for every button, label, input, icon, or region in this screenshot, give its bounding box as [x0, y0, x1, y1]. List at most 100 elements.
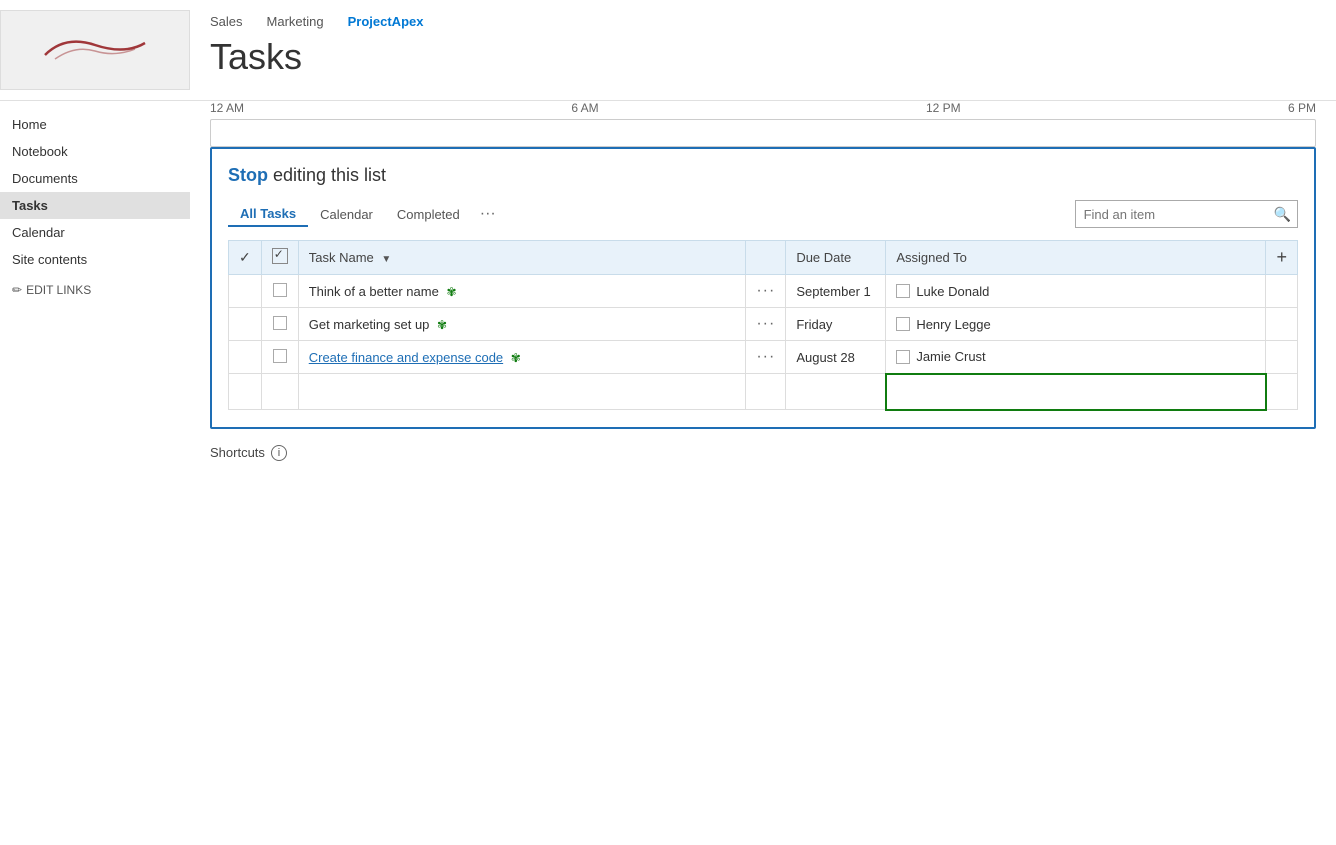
nav-tab-sales[interactable]: Sales [210, 14, 243, 29]
row-checkbox-cell[interactable] [261, 341, 298, 374]
task-name-text-1: Think of a better name [309, 284, 439, 299]
col-header-duedate[interactable]: Due Date [786, 241, 886, 275]
edit-links[interactable]: ✏ EDIT LINKS [0, 277, 190, 303]
sidebar-item-site-contents[interactable]: Site contents [0, 246, 190, 273]
shortcuts-bar: Shortcuts i [210, 445, 1316, 461]
timeline-track [210, 119, 1316, 147]
row-add-cell-1 [1266, 275, 1298, 308]
task-gear-icon-2[interactable]: ✾ [437, 318, 447, 332]
person-checkbox-2[interactable] [896, 317, 910, 331]
assigned-person-2: Henry Legge [896, 317, 1255, 332]
sidebar-item-tasks[interactable]: Tasks [0, 192, 190, 219]
add-column-icon[interactable]: + [1276, 247, 1287, 267]
tab-completed[interactable]: Completed [385, 203, 472, 226]
checkmark-icon: ✓ [239, 249, 251, 265]
timeline-label-12am: 12 AM [210, 101, 244, 115]
col-header-add[interactable]: + [1266, 241, 1298, 275]
due-date-label: Due Date [796, 250, 851, 265]
row-assignedto-cell-3: Jamie Crust [886, 341, 1266, 374]
due-date-value-3: August 28 [796, 350, 855, 365]
task-name-text-2: Get marketing set up [309, 317, 430, 332]
row-checkbox-cell[interactable] [261, 308, 298, 341]
assigned-to-label: Assigned To [896, 250, 967, 265]
header-right: Sales Marketing ProjectApex Tasks [210, 10, 423, 77]
due-date-value-2: Friday [796, 317, 832, 332]
empty-add-cell [1266, 374, 1298, 410]
row-taskname-cell-3: Create finance and expense code ✾ [298, 341, 746, 374]
task-checkbox-2[interactable] [273, 316, 287, 330]
sidebar-item-home[interactable]: Home [0, 111, 190, 138]
row-add-cell-3 [1266, 341, 1298, 374]
col-header-assignedto[interactable]: Assigned To [886, 241, 1266, 275]
row-checkbox-cell[interactable] [261, 275, 298, 308]
row-more-cell-3[interactable]: ··· [746, 341, 786, 374]
dots-menu-1[interactable]: ··· [756, 282, 775, 299]
empty-check-cell [229, 374, 262, 410]
row-assignedto-cell-2: Henry Legge [886, 308, 1266, 341]
empty-assignedto-cell[interactable] [886, 374, 1266, 410]
tab-all-tasks[interactable]: All Tasks [228, 202, 308, 227]
empty-duedate-cell [786, 374, 886, 410]
stop-editing-banner: Stop editing this list [228, 165, 1298, 186]
row-duedate-cell-1: September 1 [786, 275, 886, 308]
row-check-cell [229, 308, 262, 341]
person-name-3: Jamie Crust [916, 349, 985, 364]
row-assignedto-cell-1: Luke Donald [886, 275, 1266, 308]
due-date-value-1: September 1 [796, 284, 870, 299]
empty-checkbox-cell [261, 374, 298, 410]
row-duedate-cell-3: August 28 [786, 341, 886, 374]
task-name-dropdown-icon[interactable]: ▼ [381, 254, 391, 265]
table-row: Think of a better name ✾ ··· September 1 [229, 275, 1298, 308]
assigned-person-3: Jamie Crust [896, 349, 1255, 364]
sidebar-item-notebook[interactable]: Notebook [0, 138, 190, 165]
tasks-table: ✓ ✓ Task Name ▼ Due D [228, 240, 1298, 411]
timeline-label-12pm: 12 PM [926, 101, 961, 115]
assigned-person-1: Luke Donald [896, 284, 1255, 299]
row-taskname-cell-2: Get marketing set up ✾ [298, 308, 746, 341]
info-icon[interactable]: i [271, 445, 287, 461]
task-gear-icon-1[interactable]: ✾ [446, 285, 456, 299]
task-name-label: Task Name [309, 250, 374, 265]
view-tabs: All Tasks Calendar Completed ··· 🔍 [228, 200, 1298, 228]
stop-editing-rest: editing this list [268, 165, 386, 185]
sidebar-item-documents[interactable]: Documents [0, 165, 190, 192]
main-layout: Home Notebook Documents Tasks Calendar S… [0, 101, 1336, 845]
timeline-wrapper: 12 AM 6 AM 12 PM 6 PM [210, 101, 1316, 147]
task-gear-icon-3[interactable]: ✾ [511, 351, 521, 365]
nav-tab-projectapex[interactable]: ProjectApex [348, 14, 424, 29]
nav-tabs: Sales Marketing ProjectApex [210, 14, 423, 29]
table-row: Create finance and expense code ✾ ··· Au… [229, 341, 1298, 374]
col-header-taskname[interactable]: Task Name ▼ [298, 241, 746, 275]
row-more-cell-2[interactable]: ··· [746, 308, 786, 341]
list-container: Stop editing this list All Tasks Calenda… [210, 147, 1316, 429]
stop-word[interactable]: Stop [228, 165, 268, 185]
empty-more-cell [746, 374, 786, 410]
task-name-link-3[interactable]: Create finance and expense code [309, 350, 503, 365]
row-more-cell-1[interactable]: ··· [746, 275, 786, 308]
row-duedate-cell-2: Friday [786, 308, 886, 341]
row-taskname-cell-1: Think of a better name ✾ [298, 275, 746, 308]
col-header-more [746, 241, 786, 275]
shortcuts-label: Shortcuts [210, 445, 265, 460]
search-box[interactable]: 🔍 [1075, 200, 1298, 228]
pencil-icon: ✏ [12, 283, 22, 297]
page-title: Tasks [210, 37, 423, 77]
timeline-label-6am: 6 AM [571, 101, 598, 115]
person-name-1: Luke Donald [916, 284, 989, 299]
person-checkbox-1[interactable] [896, 284, 910, 298]
nav-tab-marketing[interactable]: Marketing [267, 14, 324, 29]
assignedto-input-empty[interactable] [897, 384, 1255, 399]
tab-calendar[interactable]: Calendar [308, 203, 385, 226]
task-checkbox-1[interactable] [273, 283, 287, 297]
search-input[interactable] [1076, 205, 1268, 224]
table-row-empty [229, 374, 1298, 410]
task-checkbox-3[interactable] [273, 349, 287, 363]
tab-more[interactable]: ··· [472, 201, 504, 227]
person-checkbox-3[interactable] [896, 350, 910, 364]
dots-menu-3[interactable]: ··· [756, 348, 775, 365]
table-row: Get marketing set up ✾ ··· Friday [229, 308, 1298, 341]
sidebar-item-calendar[interactable]: Calendar [0, 219, 190, 246]
search-button[interactable]: 🔍 [1268, 206, 1297, 223]
dots-menu-2[interactable]: ··· [756, 315, 775, 332]
edit-links-label: EDIT LINKS [26, 283, 91, 297]
